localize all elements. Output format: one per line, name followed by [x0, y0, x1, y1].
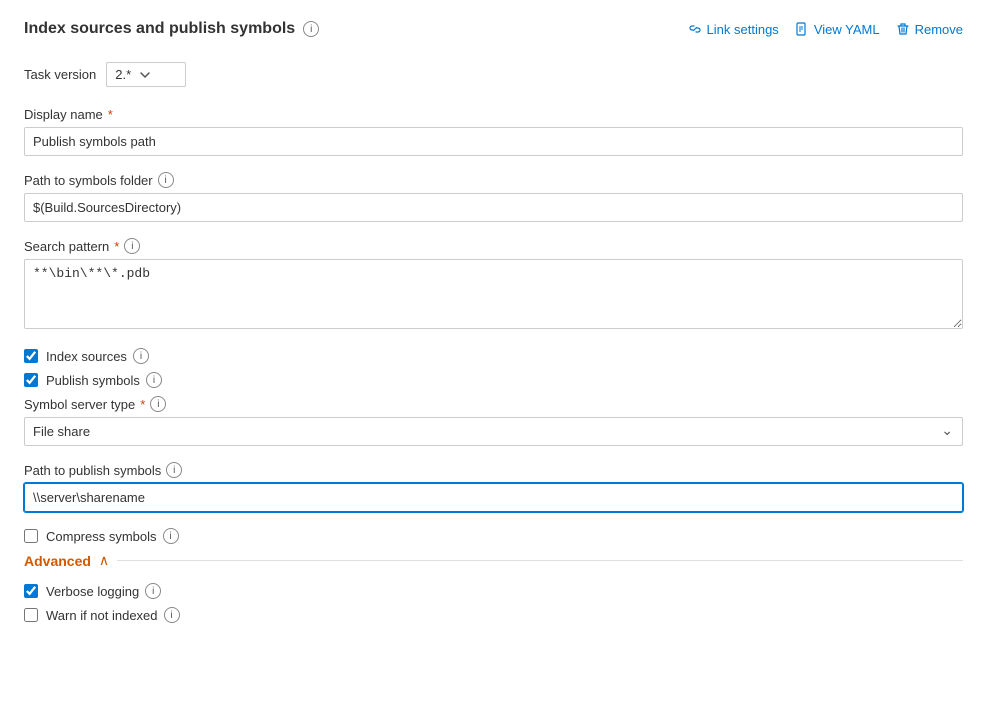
publish-symbols-info-icon[interactable]: i: [146, 372, 162, 388]
symbol-server-type-section: Symbol server type * i File share Azure …: [24, 396, 963, 446]
advanced-header: Advanced ∧: [24, 552, 963, 569]
symbol-server-type-label: Symbol server type * i: [24, 396, 963, 412]
verbose-logging-label[interactable]: Verbose logging i: [46, 583, 161, 599]
title-info-icon[interactable]: i: [303, 21, 319, 37]
verbose-logging-info-icon[interactable]: i: [145, 583, 161, 599]
path-symbols-folder-info-icon[interactable]: i: [158, 172, 174, 188]
advanced-title: Advanced: [24, 553, 91, 569]
publish-symbols-checkbox[interactable]: [24, 373, 38, 387]
compress-symbols-info-icon[interactable]: i: [163, 528, 179, 544]
advanced-section: Advanced ∧ Verbose logging i Warn if not…: [24, 552, 963, 623]
compress-symbols-row: Compress symbols i: [24, 528, 963, 544]
task-version-row: Task version 2.*: [24, 62, 963, 87]
advanced-collapse-icon[interactable]: ∧: [99, 552, 109, 569]
search-pattern-label: Search pattern * i: [24, 238, 963, 254]
index-sources-label[interactable]: Index sources i: [46, 348, 149, 364]
search-pattern-required: *: [114, 239, 119, 254]
header-actions: Link settings View YAML Remove: [688, 22, 963, 37]
compress-symbols-checkbox[interactable]: [24, 529, 38, 543]
page-title: Index sources and publish symbols: [24, 20, 295, 38]
warn-not-indexed-info-icon[interactable]: i: [164, 607, 180, 623]
remove-icon: [896, 22, 910, 36]
display-name-label: Display name *: [24, 107, 963, 122]
link-settings-button[interactable]: Link settings: [688, 22, 779, 37]
search-pattern-info-icon[interactable]: i: [124, 238, 140, 254]
publish-symbols-label[interactable]: Publish symbols i: [46, 372, 162, 388]
yaml-icon: [795, 22, 809, 36]
remove-button[interactable]: Remove: [896, 22, 963, 37]
header-left: Index sources and publish symbols i: [24, 20, 319, 38]
path-publish-symbols-info-icon[interactable]: i: [166, 462, 182, 478]
symbol-server-type-select[interactable]: File share Azure Artifacts: [24, 417, 963, 446]
search-pattern-section: Search pattern * i: [24, 238, 963, 332]
warn-not-indexed-row: Warn if not indexed i: [24, 607, 963, 623]
display-name-input[interactable]: [24, 127, 963, 156]
path-symbols-folder-input[interactable]: [24, 193, 963, 222]
index-sources-row: Index sources i: [24, 348, 963, 364]
symbol-server-type-wrapper: File share Azure Artifacts: [24, 417, 963, 446]
path-publish-symbols-section: Path to publish symbols i: [24, 462, 963, 512]
task-version-chevron-icon: [139, 69, 151, 81]
search-pattern-input[interactable]: [24, 259, 963, 329]
verbose-logging-row: Verbose logging i: [24, 583, 963, 599]
symbol-server-type-required: *: [140, 397, 145, 412]
page-header: Index sources and publish symbols i Link…: [24, 20, 963, 38]
path-symbols-folder-section: Path to symbols folder i: [24, 172, 963, 222]
link-icon: [688, 22, 702, 36]
display-name-section: Display name *: [24, 107, 963, 156]
warn-not-indexed-checkbox[interactable]: [24, 608, 38, 622]
symbol-server-type-info-icon[interactable]: i: [150, 396, 166, 412]
task-version-select[interactable]: 2.*: [106, 62, 186, 87]
publish-symbols-row: Publish symbols i: [24, 372, 963, 388]
view-yaml-button[interactable]: View YAML: [795, 22, 880, 37]
verbose-logging-checkbox[interactable]: [24, 584, 38, 598]
index-sources-checkbox[interactable]: [24, 349, 38, 363]
task-version-label: Task version: [24, 67, 96, 82]
warn-not-indexed-label[interactable]: Warn if not indexed i: [46, 607, 180, 623]
display-name-required: *: [108, 107, 113, 122]
path-publish-symbols-label: Path to publish symbols i: [24, 462, 963, 478]
path-symbols-folder-label: Path to symbols folder i: [24, 172, 963, 188]
path-publish-symbols-input[interactable]: [24, 483, 963, 512]
index-sources-info-icon[interactable]: i: [133, 348, 149, 364]
advanced-divider: [117, 560, 963, 561]
task-version-value: 2.*: [115, 67, 131, 82]
compress-symbols-label[interactable]: Compress symbols i: [46, 528, 179, 544]
